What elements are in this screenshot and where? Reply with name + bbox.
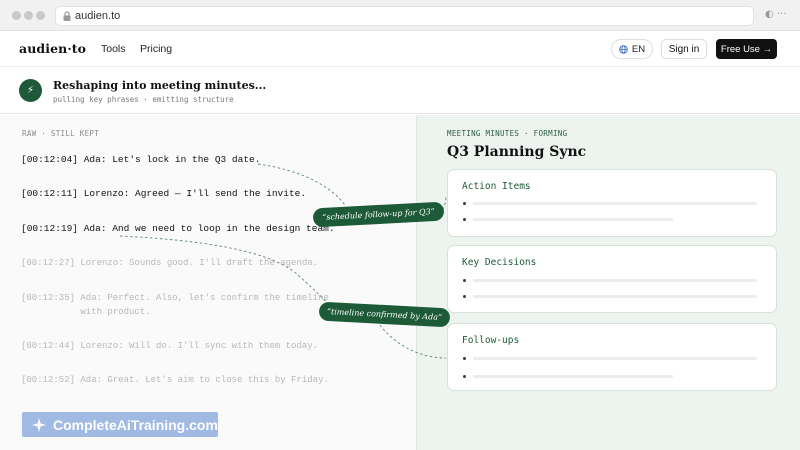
placeholder-line <box>473 295 757 298</box>
raw-transcript-pane: RAW · STILL KEPT [00:12:04] Ada: Let's l… <box>0 115 416 450</box>
minutes-section-label: MEETING MINUTES · FORMING <box>447 129 568 138</box>
sign-in-button[interactable]: Sign in <box>661 39 707 59</box>
section-title: Action Items <box>462 181 531 192</box>
section-card-key-decisions: Key Decisions <box>447 245 777 313</box>
nav-link-pricing[interactable]: Pricing <box>140 43 172 55</box>
window-close-dot[interactable] <box>12 11 21 20</box>
address-bar[interactable]: audien.to <box>55 6 754 26</box>
nav-link-tools[interactable]: Tools <box>101 43 126 55</box>
language-label: EN <box>631 43 646 55</box>
section-title: Key Decisions <box>462 257 537 268</box>
transcript-line: with product. <box>21 307 151 317</box>
processing-status-bar: ⚡ Reshaping into meeting minutes... pull… <box>0 67 800 114</box>
minutes-title: Q3 Planning Sync <box>447 144 587 160</box>
placeholder-line <box>473 375 673 378</box>
transcript-line: [00:12:35] Ada: Perfect. Also, let's con… <box>21 293 329 303</box>
globe-icon <box>619 44 628 54</box>
placeholder-line <box>473 202 757 205</box>
transcript-line: [00:12:19] Ada: And we need to loop in t… <box>21 223 335 234</box>
url-text: audien.to <box>75 10 121 22</box>
lock-icon <box>63 11 71 21</box>
placeholder-line <box>473 357 757 360</box>
bullet-point <box>463 357 466 360</box>
bullet-point <box>463 218 466 221</box>
more-options-icon[interactable]: ··· <box>777 10 787 20</box>
bullet-point <box>463 375 466 378</box>
lightning-icon: ⚡ <box>19 79 42 102</box>
bullet-point <box>463 295 466 298</box>
page-info-icon[interactable]: ◐ <box>765 10 774 20</box>
top-navigation: audien·to Tools Pricing EN Sign in Free … <box>0 31 800 67</box>
transcript-line: [00:12:27] Lorenzo: Sounds good. I'll dr… <box>21 258 319 268</box>
bullet-point <box>463 202 466 205</box>
section-title: Follow-ups <box>462 335 520 346</box>
language-button[interactable]: EN <box>611 39 653 59</box>
brand-logo[interactable]: audien·to <box>19 41 86 56</box>
status-subtitle: pulling key phrases · emitting structure <box>53 95 234 104</box>
section-card-follow-ups: Follow-ups <box>447 323 777 391</box>
watermark-text: CompleteAiTraining.com <box>53 416 218 433</box>
meeting-minutes-pane: MEETING MINUTES · FORMING Q3 Planning Sy… <box>416 115 800 450</box>
transcript-line: [00:12:44] Lorenzo: Will do. I'll sync w… <box>21 341 319 351</box>
placeholder-line <box>473 279 757 282</box>
watermark-badge: CompleteAiTraining.com <box>22 412 218 437</box>
transcript-line: [00:12:11] Lorenzo: Agreed — I'll send t… <box>21 188 307 199</box>
window-maximize-dot[interactable] <box>36 11 45 20</box>
transcript-line: [00:12:52] Ada: Great. Let's aim to clos… <box>21 375 329 385</box>
browser-chrome: audien.to ◐ ··· <box>0 0 800 31</box>
section-card-action-items: Action Items <box>447 169 777 237</box>
window-minimize-dot[interactable] <box>24 11 33 20</box>
sparkle-icon <box>32 417 46 432</box>
status-title: Reshaping into meeting minutes... <box>53 79 267 92</box>
bullet-point <box>463 279 466 282</box>
placeholder-line <box>473 218 673 221</box>
raw-section-label: RAW · STILL KEPT <box>22 129 100 138</box>
free-use-button[interactable]: Free Use → <box>716 39 777 59</box>
transcript-line: [00:12:04] Ada: Let's lock in the Q3 dat… <box>21 154 261 165</box>
